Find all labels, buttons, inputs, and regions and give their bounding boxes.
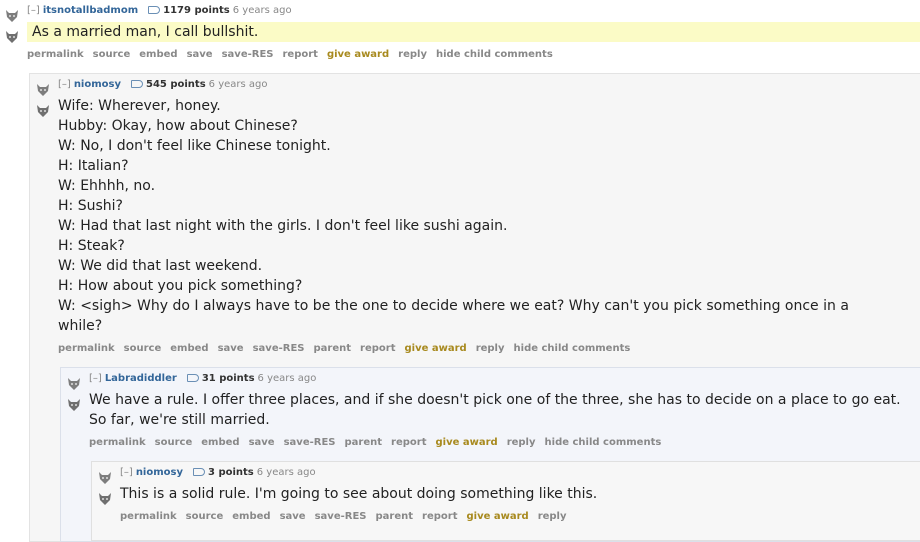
comment-body: This is a solid rule. I'm going to see a…: [120, 484, 910, 504]
score-tag-icon: [193, 468, 205, 476]
comment-line: Hubby: Okay, how about Chinese?: [58, 118, 298, 134]
source-button[interactable]: source: [186, 511, 224, 522]
comment-line: W: No, I don't feel like Chinese tonight…: [58, 138, 331, 154]
save-button[interactable]: save: [218, 343, 244, 354]
score: 31 points: [201, 373, 255, 384]
comment-tagline: [–] Labradiddler 31 points 6 years ago: [89, 372, 316, 386]
permalink-button[interactable]: permalink: [27, 49, 84, 60]
hide-child-comments-button[interactable]: hide child comments: [436, 49, 553, 60]
wolf-avatar-icon[interactable]: [98, 471, 112, 485]
comment-buttons: permalink source embed save save-RES parent re…: [89, 436, 670, 450]
collapse-toggle[interactable]: [–]: [89, 373, 102, 384]
comment-tagline: [–] niomosy 3 points 6 years ago: [120, 466, 316, 480]
embed-button[interactable]: embed: [232, 511, 270, 522]
wolf-avatar-icon[interactable]: [67, 377, 81, 391]
author-link[interactable]: Labradiddler: [105, 373, 177, 384]
timestamp[interactable]: 6 years ago: [209, 79, 268, 90]
parent-button[interactable]: parent: [375, 511, 413, 522]
source-button[interactable]: source: [93, 49, 131, 60]
source-button[interactable]: source: [124, 343, 162, 354]
score-tag-icon: [148, 6, 161, 14]
reply-button[interactable]: reply: [476, 343, 505, 354]
timestamp[interactable]: 6 years ago: [258, 373, 317, 384]
source-button[interactable]: source: [155, 437, 193, 448]
comment-line: H: How about you pick something?: [58, 278, 303, 294]
hide-child-comments-button[interactable]: hide child comments: [514, 343, 631, 354]
timestamp[interactable]: 6 years ago: [233, 5, 292, 16]
wolf-avatar-icon[interactable]: [36, 83, 50, 97]
comment-line: H: Sushi?: [58, 198, 123, 214]
author-link[interactable]: niomosy: [136, 467, 183, 478]
reply-button[interactable]: reply: [398, 49, 427, 60]
permalink-button[interactable]: permalink: [89, 437, 146, 448]
report-button[interactable]: report: [360, 343, 395, 354]
comment-text: As a married man, I call bullshit.: [32, 24, 259, 40]
save-res-button[interactable]: save-RES: [253, 343, 305, 354]
comment-line: W: <sigh> Why do I always have to be the…: [58, 298, 849, 334]
collapse-toggle[interactable]: [–]: [120, 467, 133, 478]
save-button[interactable]: save: [249, 437, 275, 448]
comment-buttons: permalink source embed save save-RES parent re…: [120, 510, 576, 524]
save-res-button[interactable]: save-RES: [315, 511, 367, 522]
give-award-button[interactable]: give award: [327, 49, 389, 60]
wolf-avatar-icon[interactable]: [5, 30, 19, 44]
embed-button[interactable]: embed: [170, 343, 208, 354]
wolf-avatar-icon[interactable]: [5, 9, 19, 23]
reply-button[interactable]: reply: [538, 511, 567, 522]
comment-text: This is a solid rule. I'm going to see a…: [120, 486, 598, 502]
save-button[interactable]: save: [187, 49, 213, 60]
embed-button[interactable]: embed: [201, 437, 239, 448]
comment-line: W: Ehhhh, no.: [58, 178, 156, 194]
report-button[interactable]: report: [391, 437, 426, 448]
give-award-button[interactable]: give award: [435, 437, 497, 448]
give-award-button[interactable]: give award: [404, 343, 466, 354]
comment-line: H: Steak?: [58, 238, 125, 254]
comment-buttons: permalink source embed save save-RES parent re…: [58, 342, 639, 356]
wolf-avatar-icon[interactable]: [67, 398, 81, 412]
author-link[interactable]: itsnotallbadmom: [43, 5, 138, 16]
wolf-avatar-icon[interactable]: [36, 104, 50, 118]
comment-line: H: Italian?: [58, 158, 129, 174]
comment-tagline: [–] itsnotallbadmom 1179 points 6 years ago: [27, 4, 292, 18]
comment-tagline: [–] niomosy 545 points 6 years ago: [58, 78, 268, 92]
permalink-button[interactable]: permalink: [58, 343, 115, 354]
report-button[interactable]: report: [282, 49, 317, 60]
comment-body: We have a rule. I offer three places, an…: [89, 390, 915, 430]
embed-button[interactable]: embed: [139, 49, 177, 60]
author-link[interactable]: niomosy: [74, 79, 121, 90]
score: 545 points: [146, 79, 206, 90]
reply-button[interactable]: reply: [507, 437, 536, 448]
comment-line: W: We did that last weekend.: [58, 258, 263, 274]
wolf-avatar-icon[interactable]: [98, 492, 112, 506]
comment-body: As a married man, I call bullshit.: [32, 22, 912, 42]
hide-child-comments-button[interactable]: hide child comments: [545, 437, 662, 448]
permalink-button[interactable]: permalink: [120, 511, 177, 522]
parent-button[interactable]: parent: [344, 437, 382, 448]
collapse-toggle[interactable]: [–]: [58, 79, 71, 90]
give-award-button[interactable]: give award: [466, 511, 528, 522]
timestamp[interactable]: 6 years ago: [257, 467, 316, 478]
comment-line: Wife: Wherever, honey.: [58, 98, 221, 114]
comment-body: Wife: Wherever, honey. Hubby: Okay, how …: [58, 96, 878, 336]
score-tag-icon: [186, 374, 199, 382]
save-res-button[interactable]: save-RES: [284, 437, 336, 448]
save-button[interactable]: save: [280, 511, 306, 522]
comment-text: We have a rule. I offer three places, an…: [89, 392, 901, 428]
report-button[interactable]: report: [422, 511, 457, 522]
comment-buttons: permalink source embed save save-RES report gi…: [27, 48, 562, 62]
score: 1179 points: [163, 5, 230, 16]
save-res-button[interactable]: save-RES: [222, 49, 274, 60]
score: 3 points: [208, 467, 254, 478]
comment-line: W: Had that last night with the girls. I…: [58, 218, 508, 234]
score-tag-icon: [131, 80, 143, 88]
collapse-toggle[interactable]: [–]: [27, 5, 40, 16]
parent-button[interactable]: parent: [313, 343, 351, 354]
